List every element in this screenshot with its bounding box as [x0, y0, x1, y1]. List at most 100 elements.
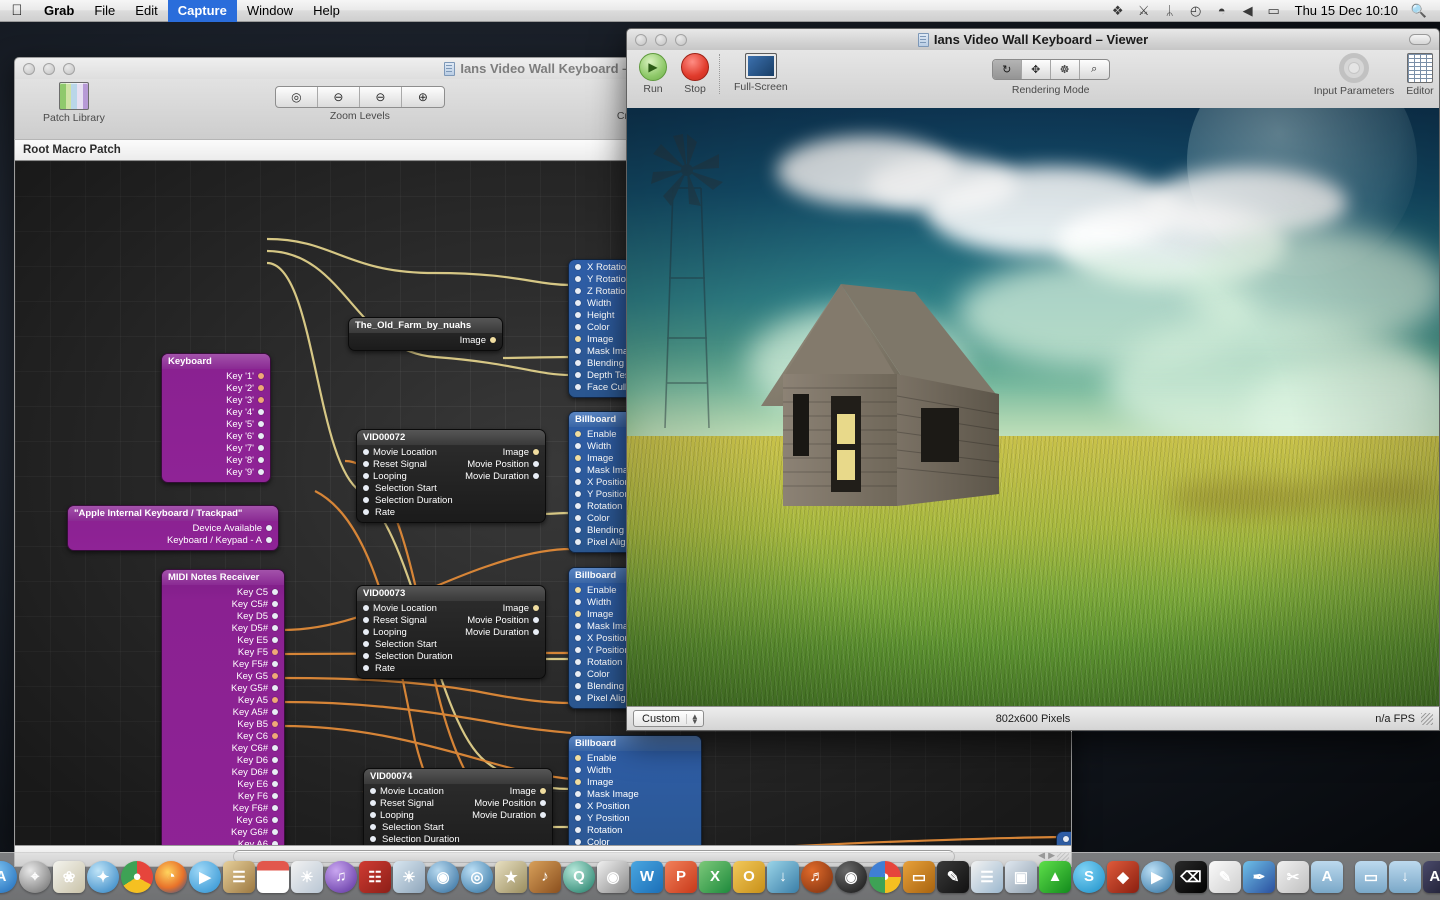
input-parameters-button[interactable]: Input Parameters [1314, 50, 1395, 97]
iphoto-icon[interactable]: ❀ [53, 861, 85, 893]
port-connector-icon[interactable] [272, 613, 278, 619]
zoom-in-button[interactable]: ⊕ [402, 87, 444, 107]
port-connector-icon[interactable] [575, 372, 581, 378]
port-connector-icon[interactable] [258, 385, 264, 391]
viewer-toolbar-toggle-button[interactable] [1409, 34, 1439, 45]
port-connector-icon[interactable] [258, 373, 264, 379]
patch-port-row[interactable]: Key F5# [162, 658, 284, 670]
port-connector-icon[interactable] [575, 587, 581, 593]
port-connector-icon[interactable] [533, 473, 539, 479]
patch-port-row[interactable]: Selection Duration [357, 650, 545, 662]
patch-port-row[interactable]: Key '9' [162, 466, 270, 478]
patch-port-row[interactable]: Device Available [68, 522, 278, 534]
port-connector-icon[interactable] [363, 449, 369, 455]
port-connector-icon[interactable] [575, 455, 581, 461]
viewer-title-bar[interactable]: Ians Video Wall Keyboard – Viewer [626, 28, 1440, 50]
dvd-player-icon[interactable]: ◎ [461, 861, 493, 893]
quartz-composer-icon[interactable]: ◉ [597, 861, 629, 893]
port-connector-icon[interactable] [540, 812, 546, 818]
zoom-fit-button[interactable]: ⊖ [318, 87, 360, 107]
port-connector-icon[interactable] [575, 384, 581, 390]
patch-port-row[interactable]: Key F6# [162, 802, 284, 814]
patch-port-row[interactable]: Key '4' [162, 406, 270, 418]
patch-port-row[interactable]: Key C6# [162, 742, 284, 754]
pan-mode-button[interactable]: ✥ [1022, 60, 1051, 79]
port-connector-icon[interactable] [575, 491, 581, 497]
port-connector-icon[interactable] [363, 617, 369, 623]
port-connector-icon[interactable] [575, 683, 581, 689]
port-connector-icon[interactable] [540, 800, 546, 806]
port-connector-icon[interactable] [272, 745, 278, 751]
patch-port-row[interactable]: Key E5 [162, 634, 284, 646]
patch-port-row[interactable]: Key C5 [162, 586, 284, 598]
patch-node-midi-notes-receiver[interactable]: MIDI Notes ReceiverKey C5Key C5#Key D5Ke… [161, 569, 285, 845]
zoom-actual-size-button[interactable]: ◎ [276, 87, 318, 107]
port-connector-icon[interactable] [490, 337, 496, 343]
patch-port-row[interactable]: Key A6 [162, 838, 284, 845]
keynote-icon[interactable]: ▭ [903, 861, 935, 893]
menu-item-window[interactable]: Window [237, 0, 303, 22]
patch-port-row[interactable]: Key E6 [162, 778, 284, 790]
picasa-icon[interactable]: ◑ [869, 861, 901, 893]
dock[interactable]: ☷A⌖❀✦●◔▶☰15☀♫☷☀◉◎★♪Q◉WPXO↓♬◉◑▭✎☰▣▲S◆▶⌫✎✒… [0, 852, 1440, 900]
patch-port-row[interactable]: Selection Start [364, 821, 552, 833]
patch-port-row[interactable]: Color [569, 836, 701, 845]
menu-item-file[interactable]: File [84, 0, 125, 22]
patch-node-billboard-right-edge[interactable] [1056, 831, 1072, 845]
port-connector-icon[interactable] [258, 397, 264, 403]
rendering-mode-segmented-control[interactable]: ↻✥☸⌕ [992, 59, 1110, 80]
port-connector-icon[interactable] [258, 409, 264, 415]
firefox-icon[interactable]: ◔ [155, 861, 187, 893]
media-player-icon[interactable]: ▶ [1141, 861, 1173, 893]
port-connector-icon[interactable] [575, 827, 581, 833]
port-connector-icon[interactable] [266, 525, 272, 531]
screenflow-icon[interactable]: ▣ [1005, 861, 1037, 893]
port-connector-icon[interactable] [575, 659, 581, 665]
port-connector-icon[interactable] [272, 697, 278, 703]
patch-port-row[interactable]: Rate [357, 506, 545, 518]
port-connector-icon[interactable] [575, 791, 581, 797]
port-connector-icon[interactable] [258, 469, 264, 475]
viewer-zoom-button[interactable] [675, 34, 687, 46]
port-connector-icon[interactable] [575, 479, 581, 485]
viewer-render-stage[interactable] [626, 108, 1440, 706]
port-connector-icon[interactable] [258, 433, 264, 439]
patch-node-vid00073[interactable]: VID00073Movie LocationImageReset SignalM… [356, 585, 546, 679]
port-connector-icon[interactable] [258, 445, 264, 451]
patch-library-button[interactable]: Patch Library [43, 79, 105, 124]
app-store-icon[interactable]: A [0, 861, 17, 893]
port-connector-icon[interactable] [363, 665, 369, 671]
patch-port-row[interactable]: Y Position [569, 812, 701, 824]
editor-window-controls[interactable] [15, 63, 75, 75]
patch-port-row[interactable]: LoopingMovie Duration [357, 470, 545, 482]
patch-port-row[interactable]: Reset SignalMovie Position [357, 458, 545, 470]
port-connector-icon[interactable] [575, 671, 581, 677]
port-connector-icon[interactable] [363, 473, 369, 479]
port-connector-icon[interactable] [575, 324, 581, 330]
port-connector-icon[interactable] [575, 803, 581, 809]
itunes-icon[interactable]: ♫ [325, 861, 357, 893]
patch-port-row[interactable]: Keyboard / Keypad - A [68, 534, 278, 546]
port-connector-icon[interactable] [575, 443, 581, 449]
bluetooth-icon[interactable]: ᛦ [1157, 0, 1183, 22]
port-connector-icon[interactable] [363, 641, 369, 647]
volume-icon[interactable]: ◀ [1235, 0, 1261, 22]
port-connector-icon[interactable] [575, 336, 581, 342]
patch-port-row[interactable]: Key G6 [162, 814, 284, 826]
garageband-icon[interactable]: ♪ [529, 861, 561, 893]
fullscreen-button[interactable]: Full-Screen [734, 50, 788, 93]
port-connector-icon[interactable] [370, 812, 376, 818]
editor-zoom-button[interactable] [63, 63, 75, 75]
viewer-close-button[interactable] [635, 34, 647, 46]
port-connector-icon[interactable] [258, 421, 264, 427]
terminal-icon[interactable]: ⌫ [1175, 861, 1207, 893]
patch-port-row[interactable]: Rotation [569, 824, 701, 836]
colorsync-icon[interactable]: ✒ [1243, 861, 1275, 893]
patch-port-row[interactable]: Key '7' [162, 442, 270, 454]
battery-icon[interactable]: ▭ [1261, 0, 1287, 22]
outlook-icon[interactable]: O [733, 861, 765, 893]
patch-port-row[interactable]: Movie LocationImage [357, 602, 545, 614]
port-connector-icon[interactable] [272, 673, 278, 679]
quicktime-icon[interactable]: Q [563, 861, 595, 893]
address-book-icon[interactable]: ☰ [223, 861, 255, 893]
